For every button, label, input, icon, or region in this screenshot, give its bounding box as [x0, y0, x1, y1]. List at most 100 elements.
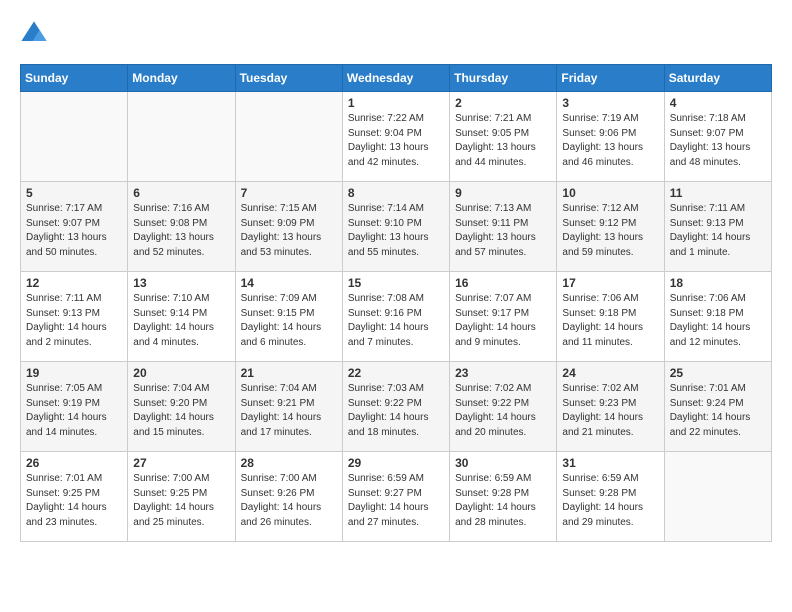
calendar-week-row: 26Sunrise: 7:01 AM Sunset: 9:25 PM Dayli… [21, 452, 772, 542]
calendar-cell: 5 Sunrise: 7:17 AM Sunset: 9:07 PM Daylig… [21, 182, 128, 272]
day-info: Sunrise: 7:13 AM Sunset: 9:11 PM Dayligh… [455, 202, 551, 260]
day-info: Sunrise: 7:19 AM Sunset: 9:06 PM Dayligh… [562, 112, 658, 170]
calendar-cell: 10 Sunrise: 7:12 AM Sunset: 9:12 PM Dayli… [557, 182, 664, 272]
calendar-cell: 3 Sunrise: 7:19 AM Sunset: 9:06 PM Daylig… [557, 92, 664, 182]
day-info: Sunrise: 7:11 AM Sunset: 9:13 PM Dayligh… [670, 202, 766, 260]
day-info: Sunrise: 7:03 AM Sunset: 9:22 PM Dayligh… [348, 382, 444, 440]
day-number: 13 [133, 276, 229, 290]
day-number: 1 [348, 96, 444, 110]
day-number: 7 [241, 186, 337, 200]
day-number: 20 [133, 366, 229, 380]
day-number: 6 [133, 186, 229, 200]
calendar-week-row: 5 Sunrise: 7:17 AM Sunset: 9:07 PM Daylig… [21, 182, 772, 272]
calendar-cell: 30 Sunrise: 6:59 AM Sunset: 9:28 PM Dayli… [450, 452, 557, 542]
weekday-header-row: SundayMondayTuesdayWednesdayThursdayFrid… [21, 65, 772, 92]
day-number: 16 [455, 276, 551, 290]
day-info: Sunrise: 7:05 AM Sunset: 9:19 PM Dayligh… [26, 382, 122, 440]
day-info: Sunrise: 7:04 AM Sunset: 9:20 PM Dayligh… [133, 382, 229, 440]
day-number: 24 [562, 366, 658, 380]
calendar-cell: 25 Sunrise: 7:01 AM Sunset: 9:24 PM Dayli… [664, 362, 771, 452]
day-info: Sunrise: 7:18 AM Sunset: 9:07 PM Dayligh… [670, 112, 766, 170]
calendar-cell: 14 Sunrise: 7:09 AM Sunset: 9:15 PM Dayli… [235, 272, 342, 362]
day-number: 23 [455, 366, 551, 380]
day-number: 9 [455, 186, 551, 200]
day-info: Sunrise: 7:06 AM Sunset: 9:18 PM Dayligh… [562, 292, 658, 350]
day-number: 14 [241, 276, 337, 290]
calendar-cell: 20 Sunrise: 7:04 AM Sunset: 9:20 PM Dayli… [128, 362, 235, 452]
day-info: Sunrise: 6:59 AM Sunset: 9:28 PM Dayligh… [455, 472, 551, 530]
day-info: Sunrise: 7:17 AM Sunset: 9:07 PM Dayligh… [26, 202, 122, 260]
calendar-cell: 18 Sunrise: 7:06 AM Sunset: 9:18 PM Dayli… [664, 272, 771, 362]
day-number: 30 [455, 456, 551, 470]
weekday-header: Saturday [664, 65, 771, 92]
calendar-cell: 19 Sunrise: 7:05 AM Sunset: 9:19 PM Dayli… [21, 362, 128, 452]
day-number: 29 [348, 456, 444, 470]
day-info: Sunrise: 6:59 AM Sunset: 9:27 PM Dayligh… [348, 472, 444, 530]
calendar-cell [235, 92, 342, 182]
day-number: 21 [241, 366, 337, 380]
calendar-week-row: 19 Sunrise: 7:05 AM Sunset: 9:19 PM Dayli… [21, 362, 772, 452]
weekday-header: Monday [128, 65, 235, 92]
calendar-cell [664, 452, 771, 542]
calendar-cell: 17Sunrise: 7:06 AM Sunset: 9:18 PM Dayli… [557, 272, 664, 362]
day-number: 10 [562, 186, 658, 200]
calendar-cell: 4 Sunrise: 7:18 AM Sunset: 9:07 PM Daylig… [664, 92, 771, 182]
day-number: 25 [670, 366, 766, 380]
calendar-cell: 28 Sunrise: 7:00 AM Sunset: 9:26 PM Dayli… [235, 452, 342, 542]
day-number: 27 [133, 456, 229, 470]
day-info: Sunrise: 7:12 AM Sunset: 9:12 PM Dayligh… [562, 202, 658, 260]
calendar-cell [128, 92, 235, 182]
day-number: 15 [348, 276, 444, 290]
calendar-cell: 22 Sunrise: 7:03 AM Sunset: 9:22 PM Dayli… [342, 362, 449, 452]
day-info: Sunrise: 7:04 AM Sunset: 9:21 PM Dayligh… [241, 382, 337, 440]
day-number: 31 [562, 456, 658, 470]
weekday-header: Friday [557, 65, 664, 92]
day-info: Sunrise: 7:00 AM Sunset: 9:26 PM Dayligh… [241, 472, 337, 530]
calendar-week-row: 12 Sunrise: 7:11 AM Sunset: 9:13 PM Dayli… [21, 272, 772, 362]
weekday-header: Tuesday [235, 65, 342, 92]
day-info: Sunrise: 7:09 AM Sunset: 9:15 PM Dayligh… [241, 292, 337, 350]
day-number: 8 [348, 186, 444, 200]
calendar-cell: 13Sunrise: 7:10 AM Sunset: 9:14 PM Dayli… [128, 272, 235, 362]
calendar-cell [21, 92, 128, 182]
day-info: Sunrise: 7:02 AM Sunset: 9:23 PM Dayligh… [562, 382, 658, 440]
day-number: 11 [670, 186, 766, 200]
calendar-cell: 12 Sunrise: 7:11 AM Sunset: 9:13 PM Dayli… [21, 272, 128, 362]
calendar-cell: 11 Sunrise: 7:11 AM Sunset: 9:13 PM Dayli… [664, 182, 771, 272]
day-info: Sunrise: 6:59 AM Sunset: 9:28 PM Dayligh… [562, 472, 658, 530]
calendar-cell: 1 Sunrise: 7:22 AM Sunset: 9:04 PM Daylig… [342, 92, 449, 182]
day-info: Sunrise: 7:21 AM Sunset: 9:05 PM Dayligh… [455, 112, 551, 170]
calendar-cell: 7Sunrise: 7:15 AM Sunset: 9:09 PM Daylig… [235, 182, 342, 272]
day-number: 2 [455, 96, 551, 110]
day-number: 12 [26, 276, 122, 290]
calendar-table: SundayMondayTuesdayWednesdayThursdayFrid… [20, 64, 772, 542]
day-info: Sunrise: 7:01 AM Sunset: 9:24 PM Dayligh… [670, 382, 766, 440]
day-number: 5 [26, 186, 122, 200]
calendar-cell: 2 Sunrise: 7:21 AM Sunset: 9:05 PM Daylig… [450, 92, 557, 182]
day-info: Sunrise: 7:11 AM Sunset: 9:13 PM Dayligh… [26, 292, 122, 350]
day-info: Sunrise: 7:08 AM Sunset: 9:16 PM Dayligh… [348, 292, 444, 350]
logo-icon [20, 20, 48, 48]
day-number: 3 [562, 96, 658, 110]
calendar-cell: 16 Sunrise: 7:07 AM Sunset: 9:17 PM Dayli… [450, 272, 557, 362]
calendar-cell: 31 Sunrise: 6:59 AM Sunset: 9:28 PM Dayli… [557, 452, 664, 542]
day-info: Sunrise: 7:07 AM Sunset: 9:17 PM Dayligh… [455, 292, 551, 350]
calendar-cell: 27 Sunrise: 7:00 AM Sunset: 9:25 PM Dayli… [128, 452, 235, 542]
calendar-cell: 24 Sunrise: 7:02 AM Sunset: 9:23 PM Dayli… [557, 362, 664, 452]
page-header [20, 20, 772, 48]
day-number: 4 [670, 96, 766, 110]
calendar-cell: 23Sunrise: 7:02 AM Sunset: 9:22 PM Dayli… [450, 362, 557, 452]
calendar-cell: 6Sunrise: 7:16 AM Sunset: 9:08 PM Daylig… [128, 182, 235, 272]
day-info: Sunrise: 7:00 AM Sunset: 9:25 PM Dayligh… [133, 472, 229, 530]
day-number: 19 [26, 366, 122, 380]
day-number: 26 [26, 456, 122, 470]
day-info: Sunrise: 7:06 AM Sunset: 9:18 PM Dayligh… [670, 292, 766, 350]
day-number: 18 [670, 276, 766, 290]
logo [20, 20, 52, 48]
calendar-cell: 8Sunrise: 7:14 AM Sunset: 9:10 PM Daylig… [342, 182, 449, 272]
calendar-cell: 9 Sunrise: 7:13 AM Sunset: 9:11 PM Daylig… [450, 182, 557, 272]
weekday-header: Sunday [21, 65, 128, 92]
day-info: Sunrise: 7:22 AM Sunset: 9:04 PM Dayligh… [348, 112, 444, 170]
day-number: 28 [241, 456, 337, 470]
day-number: 22 [348, 366, 444, 380]
